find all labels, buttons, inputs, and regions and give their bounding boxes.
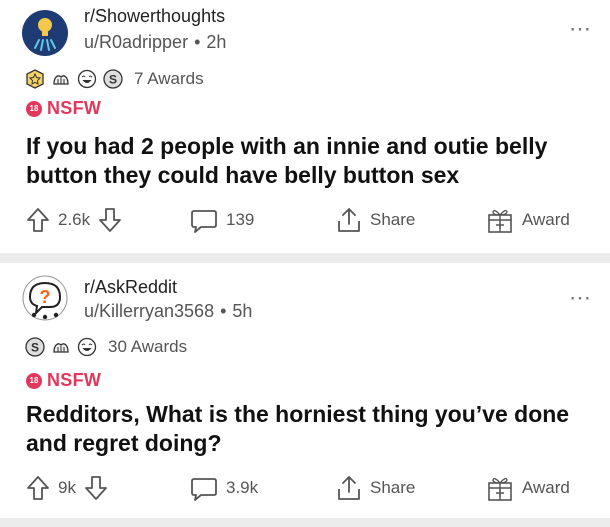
awards-count: 30 Awards <box>108 337 188 356</box>
share-button[interactable]: Share <box>336 204 415 236</box>
post-card-askreddit[interactable]: ? r/AskReddit u/Killerryan3568 • 5h ⋯ S 30… <box>0 263 610 518</box>
award-label: Award <box>522 210 570 229</box>
hands-icon <box>50 68 72 90</box>
post-meta: u/Killerryan3568 • 5h <box>84 301 253 321</box>
comment-icon <box>190 206 218 234</box>
vote-count: 9k <box>58 478 76 497</box>
vote-group: 9k <box>26 472 108 504</box>
vote-count: 2.6k <box>58 210 91 229</box>
awards-count: 7 Awards <box>134 69 204 88</box>
post-age: 5h <box>232 301 253 321</box>
upvote-icon[interactable] <box>26 475 50 501</box>
post-title[interactable]: Redditors, What is the horniest thing yo… <box>26 400 596 458</box>
nsfw-18-icon: 18 <box>26 372 42 389</box>
upvote-icon[interactable] <box>26 207 50 233</box>
svg-text:S: S <box>109 73 117 87</box>
award-button[interactable]: Award <box>486 204 570 236</box>
nsfw-tag: 18 NSFW <box>26 370 101 391</box>
downvote-icon[interactable] <box>84 475 108 501</box>
gift-icon <box>486 206 514 234</box>
share-label: Share <box>370 478 416 497</box>
author-name[interactable]: u/Killerryan3568 <box>84 301 214 321</box>
award-label: Award <box>522 478 570 497</box>
awards-row[interactable]: S 30 Awards <box>24 334 187 360</box>
subreddit-avatar-showerthoughts[interactable] <box>22 10 68 56</box>
comments-button[interactable]: 3.9k <box>190 472 258 504</box>
post-actions: 9k 3.9k Share Award <box>0 472 610 504</box>
share-icon <box>336 206 362 234</box>
subreddit-name[interactable]: r/AskReddit <box>84 277 177 298</box>
nsfw-18-icon: 18 <box>26 100 42 117</box>
more-options-icon[interactable]: ⋯ <box>569 18 592 40</box>
share-button[interactable]: Share <box>336 472 415 504</box>
vote-group: 2.6k <box>26 204 122 236</box>
downvote-icon[interactable] <box>98 207 122 233</box>
silver-award-icon: S <box>24 336 46 358</box>
post-divider <box>0 253 610 263</box>
gift-icon <box>486 474 514 502</box>
post-actions: 2.6k 139 Share Award <box>0 204 610 236</box>
gold-badge-icon <box>24 68 46 90</box>
nsfw-label: NSFW <box>47 370 102 390</box>
laughing-face-icon <box>76 68 98 90</box>
post-card-showerthoughts[interactable]: r/Showerthoughts u/R0adripper • 2h ⋯ S 7 A… <box>0 0 610 253</box>
subreddit-avatar-askreddit[interactable]: ? <box>22 275 68 321</box>
comment-count: 3.9k <box>226 478 259 497</box>
svg-text:S: S <box>31 341 39 355</box>
subreddit-name[interactable]: r/Showerthoughts <box>84 6 225 27</box>
comment-count: 139 <box>226 210 255 229</box>
silver-award-icon: S <box>102 68 124 90</box>
nsfw-label: NSFW <box>47 98 102 118</box>
award-button[interactable]: Award <box>486 472 570 504</box>
hands-icon <box>50 336 72 358</box>
post-age: 2h <box>206 32 227 52</box>
awards-row[interactable]: S 7 Awards <box>24 66 204 92</box>
nsfw-tag: 18 NSFW <box>26 98 101 119</box>
comments-button[interactable]: 139 <box>190 204 254 236</box>
more-options-icon[interactable]: ⋯ <box>569 287 592 309</box>
share-icon <box>336 474 362 502</box>
feed-bottom-divider <box>0 518 610 527</box>
post-title[interactable]: If you had 2 people with an innie and ou… <box>26 132 596 190</box>
author-name[interactable]: u/R0adripper <box>84 32 188 52</box>
comment-icon <box>190 474 218 502</box>
laughing-face-icon <box>76 336 98 358</box>
svg-text:?: ? <box>40 287 51 307</box>
post-meta: u/R0adripper • 2h <box>84 32 227 52</box>
share-label: Share <box>370 210 416 229</box>
